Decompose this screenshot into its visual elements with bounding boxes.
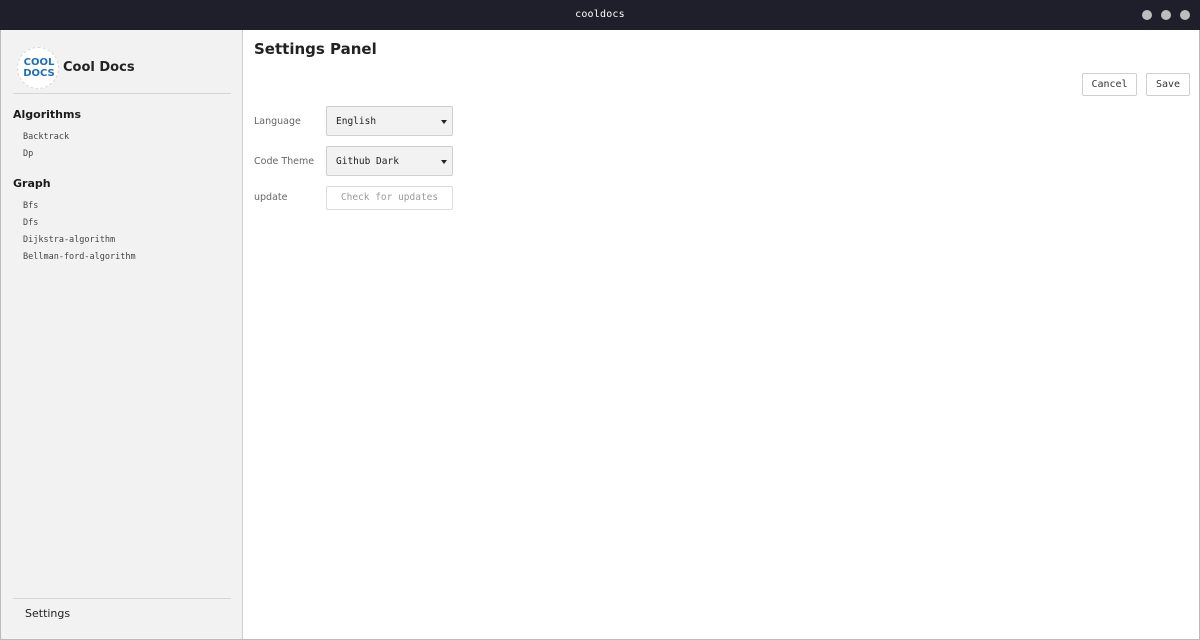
sidebar-divider — [13, 598, 231, 599]
save-button[interactable]: Save — [1146, 73, 1190, 96]
logo-line-2: DOCS — [23, 68, 55, 79]
sidebar-settings-link[interactable]: Settings — [25, 607, 70, 620]
language-select[interactable]: English — [326, 106, 453, 136]
cancel-button[interactable]: Cancel — [1082, 73, 1137, 96]
maximize-icon[interactable] — [1161, 10, 1171, 20]
code-theme-select[interactable]: Github Dark — [326, 146, 453, 176]
check-for-updates-button[interactable]: Check for updates — [326, 186, 453, 210]
sidebar-item-backtrack[interactable]: Backtrack — [23, 132, 69, 142]
sidebar-item-dfs[interactable]: Dfs — [23, 218, 38, 228]
chevron-down-icon — [441, 160, 447, 164]
update-label: update — [254, 192, 288, 203]
close-icon[interactable] — [1180, 10, 1190, 20]
sidebar-item-bellman-ford-algorithm[interactable]: Bellman-ford-algorithm — [23, 252, 136, 262]
window-title: cooldocs — [575, 9, 625, 20]
language-select-value: English — [336, 116, 377, 127]
sidebar-item-bfs[interactable]: Bfs — [23, 201, 38, 211]
brand-name: Cool Docs — [63, 60, 135, 75]
minimize-icon[interactable] — [1142, 10, 1152, 20]
cool-docs-logo: COOL DOCS — [17, 47, 59, 89]
page-title: Settings Panel — [254, 40, 377, 58]
logo-line-1: COOL — [23, 57, 55, 68]
sidebar: COOL DOCS Cool Docs Algorithms Backtrack… — [1, 30, 243, 639]
title-bar: cooldocs — [0, 0, 1200, 30]
sidebar-divider — [13, 93, 231, 94]
category-graph: Graph — [13, 177, 51, 190]
code-theme-label: Code Theme — [254, 156, 315, 167]
code-theme-select-value: Github Dark — [336, 156, 399, 167]
language-label: Language — [254, 116, 301, 127]
sidebar-item-dp[interactable]: Dp — [23, 149, 33, 159]
category-algorithms: Algorithms — [13, 108, 82, 121]
chevron-down-icon — [441, 120, 447, 124]
sidebar-item-dijkstra-algorithm[interactable]: Dijkstra-algorithm — [23, 235, 115, 245]
